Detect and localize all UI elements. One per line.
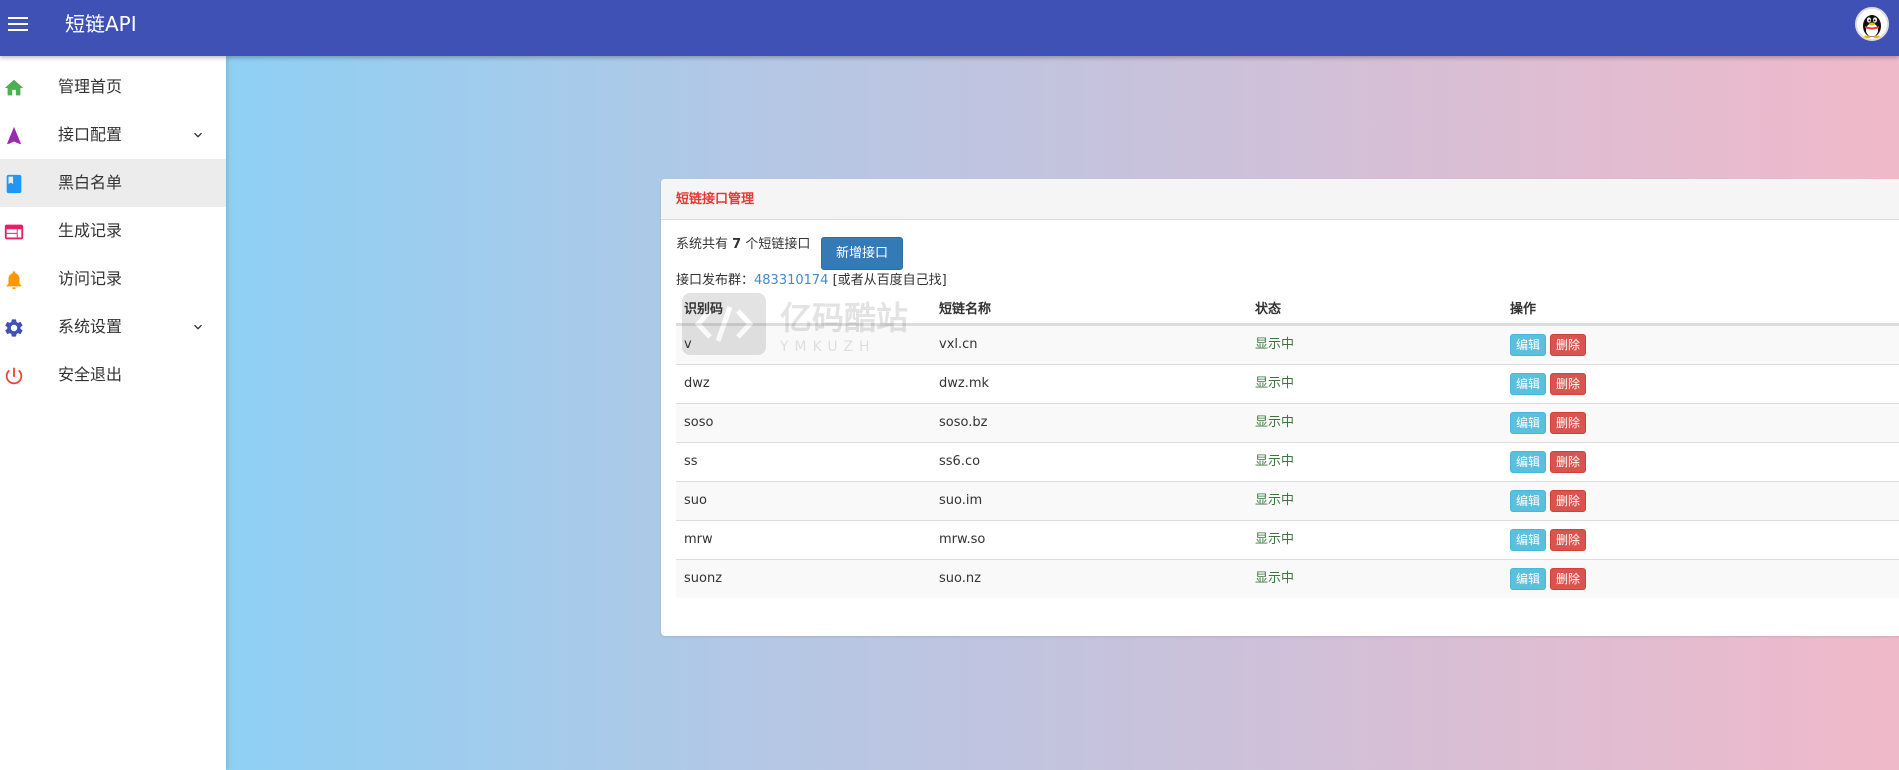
- penguin-avatar-icon: [1863, 15, 1881, 39]
- cell-code: dwz: [684, 376, 710, 391]
- cell-name: mrw.so: [939, 532, 986, 547]
- sidebar-item-api-config[interactable]: 接口配置: [0, 111, 226, 159]
- cell-code: mrw: [684, 532, 713, 547]
- group-label: 接口发布群：: [676, 273, 755, 288]
- cell-code: suo: [684, 493, 707, 508]
- delete-button[interactable]: 删除: [1550, 451, 1586, 473]
- sidebar-item-label: 黑白名单: [58, 173, 123, 192]
- edit-button[interactable]: 编辑: [1510, 334, 1546, 356]
- edit-button[interactable]: 编辑: [1510, 490, 1546, 512]
- delete-button[interactable]: 删除: [1550, 568, 1586, 590]
- cell-status: 显示中: [1255, 571, 1295, 586]
- cell-status: 显示中: [1255, 415, 1295, 430]
- table-row: suo suo.im 显示中 编辑 删除: [676, 481, 1899, 520]
- cell-name: dwz.mk: [939, 376, 990, 391]
- api-count: 7: [732, 237, 742, 252]
- cell-name: ss6.co: [939, 454, 981, 469]
- delete-button[interactable]: 删除: [1550, 373, 1586, 395]
- edit-button[interactable]: 编辑: [1510, 451, 1546, 473]
- navigation-arrow-icon: [7, 126, 21, 145]
- cell-name: soso.bz: [939, 415, 988, 430]
- api-count-summary: 系统共有 7 个短链接口: [676, 236, 810, 254]
- edit-button[interactable]: 编辑: [1510, 412, 1546, 434]
- sidebar: 管理首页 接口配置 黑白名单 生成记录 访问记录 系统设置 安全退出: [0, 56, 226, 770]
- summary-suffix: 个短链接口: [741, 237, 811, 252]
- sidebar-item-label: 安全退出: [58, 365, 123, 384]
- sidebar-item-label: 接口配置: [58, 125, 123, 144]
- main-content: 短链接口管理 系统共有 7 个短链接口 新增接口 接口发布群：483310174…: [226, 56, 1899, 770]
- cell-code: suonz: [684, 571, 723, 586]
- sidebar-item-system-settings[interactable]: 系统设置: [0, 303, 226, 351]
- cell-status: 显示中: [1255, 376, 1295, 391]
- sidebar-item-label: 访问记录: [58, 269, 123, 288]
- delete-button[interactable]: 删除: [1550, 529, 1586, 551]
- summary-prefix: 系统共有: [676, 237, 733, 252]
- app-title: 短链API: [65, 12, 137, 36]
- column-header-actions: 操作: [1510, 302, 1537, 317]
- gear-icon: [5, 319, 23, 337]
- api-management-panel: 短链接口管理 系统共有 7 个短链接口 新增接口 接口发布群：483310174…: [661, 179, 1899, 636]
- home-icon: [4, 79, 24, 96]
- chevron-down-icon: [194, 324, 202, 330]
- bell-icon: [6, 271, 22, 290]
- cell-status: 显示中: [1255, 454, 1295, 469]
- cell-status: 显示中: [1255, 337, 1295, 352]
- sidebar-item-generate-log[interactable]: 生成记录: [0, 207, 226, 255]
- cell-name: suo.im: [939, 493, 983, 508]
- edit-button[interactable]: 编辑: [1510, 373, 1546, 395]
- table-row: dwz dwz.mk 显示中 编辑 删除: [676, 364, 1899, 403]
- table-header-row: 识别码 短链名称 状态 操作: [676, 295, 1899, 325]
- table-row: mrw mrw.so 显示中 编辑 删除: [676, 520, 1899, 559]
- table-body: v vxl.cn 显示中 编辑 删除 dwz dwz.mk 显示中 编辑 删除 soso soso.b…: [676, 325, 1899, 598]
- power-icon: [5, 367, 23, 385]
- column-header-code: 识别码: [684, 302, 724, 317]
- cell-code: v: [684, 337, 692, 352]
- list-icon: [4, 224, 24, 240]
- add-api-button[interactable]: 新增接口: [821, 237, 903, 270]
- sidebar-item-label: 管理首页: [58, 77, 123, 96]
- group-note: [或者从百度自己找]: [828, 273, 947, 288]
- api-table: 识别码 短链名称 状态 操作 v vxl.cn 显示中 编辑 删除 dwz dwz.mk 显示…: [676, 295, 1899, 598]
- publish-group-line: 接口发布群：483310174 [或者从百度自己找]: [676, 272, 947, 290]
- cell-status: 显示中: [1255, 493, 1295, 508]
- delete-button[interactable]: 删除: [1550, 490, 1586, 512]
- edit-button[interactable]: 编辑: [1510, 568, 1546, 590]
- table-row: soso soso.bz 显示中 编辑 删除: [676, 403, 1899, 442]
- sidebar-item-label: 系统设置: [58, 317, 123, 336]
- table-row: v vxl.cn 显示中 编辑 删除: [676, 325, 1899, 364]
- cell-code: ss: [684, 454, 698, 469]
- cell-code: soso: [684, 415, 714, 430]
- cell-name: suo.nz: [939, 571, 981, 586]
- delete-button[interactable]: 删除: [1550, 412, 1586, 434]
- sidebar-item-blacklist[interactable]: 黑白名单: [0, 159, 226, 207]
- book-icon: [6, 174, 22, 194]
- sidebar-item-label: 生成记录: [58, 221, 123, 240]
- cell-name: vxl.cn: [939, 337, 978, 352]
- table-row: ss ss6.co 显示中 编辑 删除: [676, 442, 1899, 481]
- edit-button[interactable]: 编辑: [1510, 529, 1546, 551]
- panel-title: 短链接口管理: [661, 179, 1899, 220]
- user-avatar[interactable]: [1855, 7, 1889, 41]
- top-app-bar: 短链API: [0, 0, 1899, 56]
- sidebar-item-logout[interactable]: 安全退出: [0, 351, 226, 399]
- sidebar-item-home[interactable]: 管理首页: [0, 63, 226, 111]
- table-row: suonz suo.nz 显示中 编辑 删除: [676, 559, 1899, 598]
- column-header-name: 短链名称: [939, 302, 992, 317]
- hamburger-menu-icon[interactable]: [6, 12, 30, 36]
- delete-button[interactable]: 删除: [1550, 334, 1586, 356]
- cell-status: 显示中: [1255, 532, 1295, 547]
- sidebar-item-visit-log[interactable]: 访问记录: [0, 255, 226, 303]
- group-number-link[interactable]: 483310174: [754, 273, 828, 288]
- column-header-status: 状态: [1255, 302, 1282, 317]
- chevron-down-icon: [194, 132, 202, 138]
